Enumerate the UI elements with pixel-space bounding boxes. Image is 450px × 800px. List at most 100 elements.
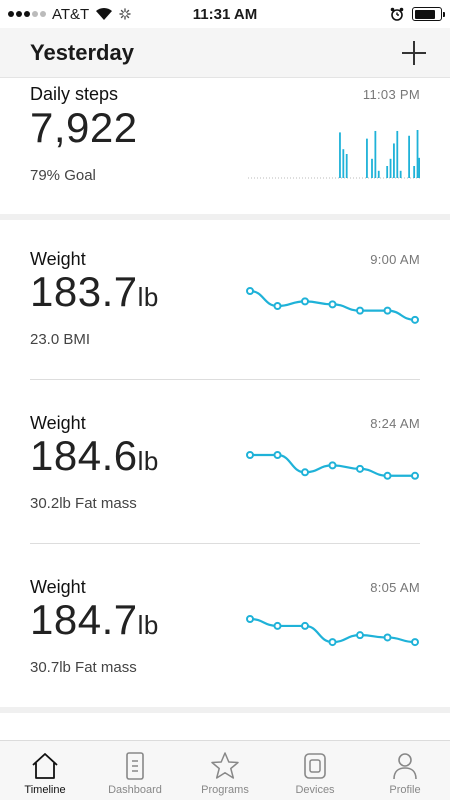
weight-point <box>356 631 364 640</box>
weight-unit: lb <box>137 446 159 476</box>
wifi-icon <box>96 7 113 20</box>
tab-profile[interactable]: Profile <box>360 741 450 800</box>
steps-bar <box>413 166 416 178</box>
tab-label: Devices <box>295 784 335 796</box>
card-value: 183.7lb <box>30 268 159 316</box>
weight-point <box>246 615 254 623</box>
weight-point <box>328 638 337 647</box>
tab-devices[interactable]: Devices <box>270 741 360 800</box>
weight-point <box>411 315 419 324</box>
steps-bar <box>374 130 377 178</box>
weight-card[interactable]: Weight 8:05 AM 184.7lb 30.7lb Fat mass <box>30 572 420 692</box>
card-title: Weight <box>30 413 86 433</box>
weight-point <box>383 306 392 315</box>
weight-value: 184.6 <box>30 432 138 479</box>
weight-point <box>356 306 364 315</box>
weight-point <box>411 638 419 647</box>
weight-point <box>328 461 337 470</box>
card-value: 184.7lb <box>30 596 159 644</box>
steps-bar <box>366 138 368 178</box>
weight-unit: lb <box>137 282 159 312</box>
weight-point <box>411 471 419 480</box>
weight-value: 184.7 <box>30 596 138 643</box>
weight-point <box>301 621 309 630</box>
tab-programs[interactable]: Programs <box>180 741 270 800</box>
weight-trend-chart <box>246 451 419 480</box>
card-title: Daily steps <box>30 84 119 104</box>
card-time: 8:05 AM <box>370 580 420 595</box>
weight-point <box>273 302 282 310</box>
tab-dashboard[interactable]: Dashboard <box>90 741 180 800</box>
card-title: Weight <box>30 577 86 597</box>
add-button[interactable] <box>400 39 428 67</box>
status-left: AT&T <box>8 6 131 23</box>
tab-label: Dashboard <box>108 784 162 796</box>
card-value: 184.6lb <box>30 432 159 480</box>
steps-bar <box>416 130 419 178</box>
steps-bar <box>393 143 395 178</box>
steps-bar <box>418 157 420 178</box>
weight-point <box>301 468 309 477</box>
weight-point <box>356 464 364 473</box>
alarm-clock-icon <box>390 7 404 21</box>
divider <box>30 379 420 380</box>
weight-point <box>383 471 392 480</box>
timeline-list[interactable]: Daily steps 11:03 PM 7,922 79% Goal Weig… <box>0 79 450 740</box>
steps-bar <box>408 135 410 178</box>
card-subtitle: 23.0 BMI <box>30 331 91 348</box>
section-separator <box>0 214 450 220</box>
weight-card[interactable]: Weight 9:00 AM 183.7lb 23.0 BMI <box>30 244 420 364</box>
weight-point <box>273 621 282 630</box>
weight-point <box>273 451 282 459</box>
tab-timeline[interactable]: Timeline <box>0 741 90 800</box>
section-separator <box>0 707 450 713</box>
tab-label: Profile <box>389 784 421 796</box>
steps-bar-chart <box>248 130 420 179</box>
battery-icon <box>412 7 445 21</box>
star-icon <box>211 752 239 779</box>
status-bar: AT&T 11:31 AM <box>0 0 450 28</box>
weight-point <box>246 451 254 459</box>
watch-icon <box>304 753 326 779</box>
card-value: 7,922 <box>30 104 138 152</box>
steps-bar <box>371 158 373 178</box>
card-time: 11:03 PM <box>362 87 420 102</box>
document-icon <box>126 752 144 780</box>
steps-bar <box>389 158 392 178</box>
card-subtitle: 30.2lb Fat mass <box>30 495 137 512</box>
card-title: Weight <box>30 249 86 269</box>
steps-bar <box>342 149 345 178</box>
steps-card[interactable]: Daily steps 11:03 PM 7,922 79% Goal <box>30 79 420 204</box>
steps-value: 7,922 <box>30 104 138 151</box>
divider <box>30 543 420 544</box>
weight-point <box>383 633 392 642</box>
steps-bar <box>386 166 389 178</box>
weight-unit: lb <box>137 610 159 640</box>
weight-trend-chart <box>246 615 419 647</box>
card-time: 9:00 AM <box>370 252 420 267</box>
page-title: Yesterday <box>30 39 134 65</box>
weight-card[interactable]: Weight 8:24 AM 184.6lb 30.2lb Fat mass <box>30 408 420 528</box>
steps-bar <box>339 132 341 178</box>
status-right <box>390 7 445 21</box>
signal-strength-icon <box>8 11 46 17</box>
card-subtitle: 79% Goal <box>30 167 96 184</box>
weight-point <box>301 297 309 306</box>
tab-label: Programs <box>201 784 249 796</box>
steps-bar <box>399 170 402 178</box>
weight-point <box>246 287 254 295</box>
weight-value: 183.7 <box>30 268 138 315</box>
tab-bar: Timeline Dashboard Programs Devices Prof… <box>0 740 450 800</box>
steps-bar <box>396 130 399 178</box>
loading-spinner-icon <box>119 8 131 20</box>
weight-point <box>328 300 337 309</box>
home-icon <box>32 753 58 779</box>
card-time: 8:24 AM <box>370 416 420 431</box>
steps-bar <box>345 154 348 178</box>
weight-trend-chart <box>246 287 419 324</box>
header: Yesterday <box>0 28 450 78</box>
carrier-name: AT&T <box>52 5 90 23</box>
tab-label: Timeline <box>24 784 66 796</box>
card-subtitle: 30.7lb Fat mass <box>30 659 137 676</box>
person-icon <box>393 753 417 780</box>
